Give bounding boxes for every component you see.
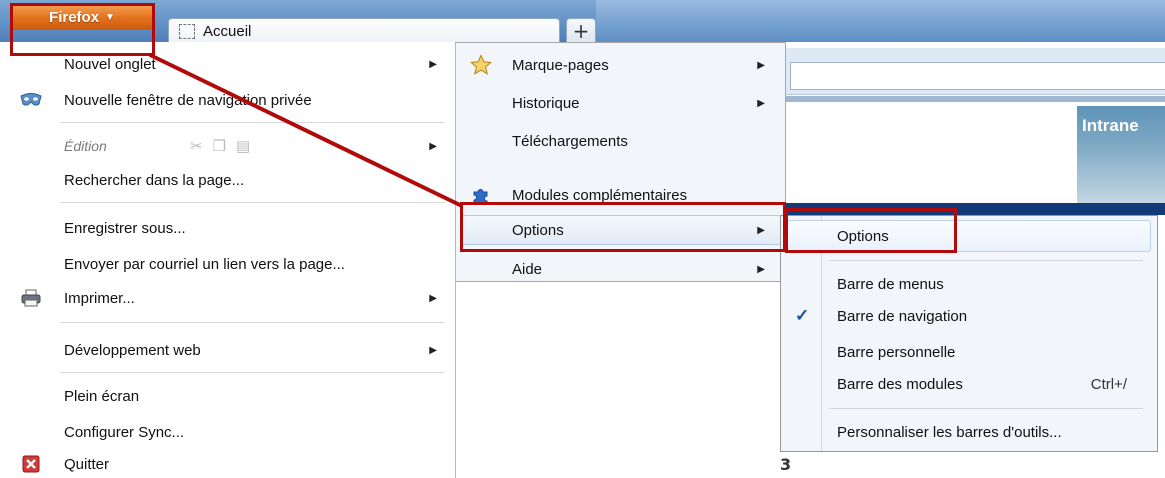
menu-item-find[interactable]: Rechercher dans la page...: [0, 166, 455, 194]
submenu-arrow-icon: ▶: [757, 263, 765, 275]
menu-separator: [60, 202, 445, 203]
page-banner: Intrane: [1077, 106, 1165, 206]
cut-icon: ✂: [190, 138, 203, 155]
menu-item-customize-toolbars[interactable]: Personnaliser les barres d'outils...: [781, 418, 1157, 446]
menu-separator: [829, 408, 1143, 409]
menu-item-label: Nouvel onglet: [64, 55, 156, 73]
submenu-arrow-icon: ▶: [429, 140, 437, 152]
menu-item-save-as[interactable]: Enregistrer sous...: [0, 214, 455, 242]
quit-icon: [20, 453, 42, 475]
menu-item-private-window[interactable]: Nouvelle fenêtre de navigation privée: [0, 86, 455, 114]
menu-item-label: Barre de menus: [837, 275, 944, 293]
paste-icon: ▤: [236, 138, 251, 155]
menu-item-label: Marque-pages: [512, 56, 609, 74]
menu-item-label: Barre personnelle: [837, 343, 956, 361]
menu-item-label: Barre des modules: [837, 375, 963, 393]
submenu-arrow-icon: ▶: [757, 59, 765, 71]
menu-item-menu-bar[interactable]: Barre de menus: [781, 270, 1157, 298]
menu-item-fullscreen[interactable]: Plein écran: [0, 382, 455, 410]
menu-item-label: Téléchargements: [512, 132, 628, 150]
tab-accueil[interactable]: Accueil: [168, 18, 560, 44]
page-text-fragment: 3: [780, 455, 792, 474]
submenu-arrow-icon: ▶: [429, 58, 437, 70]
menu-item-label: Historique: [512, 94, 580, 112]
submenu-arrow-icon: ▶: [429, 344, 437, 356]
menu-item-label: Personnaliser les barres d'outils...: [837, 423, 1062, 441]
menu-item-send-link[interactable]: Envoyer par courriel un lien vers la pag…: [0, 250, 455, 278]
menu-item-label: Enregistrer sous...: [64, 219, 186, 237]
star-icon: [470, 54, 492, 76]
menu-item-label: Barre de navigation: [837, 307, 968, 325]
menu-separator: [60, 122, 445, 123]
menu-item-label: Plein écran: [64, 387, 140, 405]
menu-item-history[interactable]: Historique ▶: [456, 89, 785, 117]
page-icon: [179, 24, 195, 39]
tab-title: Accueil: [203, 23, 252, 40]
menu-item-label: Envoyer par courriel un lien vers la pag…: [64, 255, 345, 273]
page-band: [780, 96, 1165, 102]
menu-item-downloads[interactable]: Téléchargements: [456, 127, 785, 155]
printer-icon: [20, 287, 42, 309]
menu-item-sync[interactable]: Configurer Sync...: [0, 418, 455, 446]
edit-icons: ✂ ❐ ▤: [190, 137, 250, 155]
checkmark-icon: ✓: [795, 306, 810, 325]
menu-item-print[interactable]: Imprimer... ▶: [0, 284, 455, 312]
menu-item-web-dev[interactable]: Développement web ▶: [0, 336, 455, 364]
menu-item-label: Nouvelle fenêtre de navigation privée: [64, 91, 312, 109]
submenu-arrow-icon: ▶: [757, 97, 765, 109]
annotation-box-options-item: [785, 208, 957, 253]
submenu-arrow-icon: ▶: [429, 292, 437, 304]
menu-separator: [829, 260, 1143, 261]
annotation-box-options: [460, 202, 786, 252]
menu-separator: [60, 372, 445, 373]
menu-item-help[interactable]: Aide ▶: [456, 255, 785, 283]
menu-item-label: Modules complémentaires: [512, 186, 688, 204]
page-banner-text: Intrane: [1082, 116, 1139, 135]
menu-item-label: Développement web: [64, 341, 201, 359]
private-mask-icon: [20, 89, 42, 111]
menu-item-bookmarks[interactable]: Marque-pages ▶: [456, 51, 785, 79]
menu-item-label: Édition: [64, 138, 107, 154]
menu-item-label: Quitter: [64, 455, 110, 473]
menu-item-label: Aide: [512, 260, 543, 278]
menu-item-personal-bar[interactable]: Barre personnelle: [781, 338, 1157, 366]
menu-item-addon-bar[interactable]: Barre des modules Ctrl+/: [781, 370, 1157, 398]
menu-item-navigation-bar[interactable]: ✓ Barre de navigation: [781, 302, 1157, 330]
shortcut-label: Ctrl+/: [1090, 375, 1127, 393]
menu-separator: [60, 322, 445, 323]
annotation-box-firefox: [10, 3, 155, 56]
copy-icon: ❐: [212, 138, 227, 155]
menu-item-label: Imprimer...: [64, 289, 135, 307]
menu-item-edit: Édition ✂ ❐ ▤ ▶: [0, 132, 455, 160]
firefox-menu: Nouvel onglet ▶ Nouvelle fenêtre de navi…: [0, 42, 456, 478]
menu-item-label: Rechercher dans la page...: [64, 171, 245, 189]
menu-item-label: Configurer Sync...: [64, 423, 185, 441]
url-field[interactable]: [790, 62, 1165, 90]
tab-strip: [596, 0, 1165, 42]
menu-item-quit[interactable]: Quitter: [0, 450, 455, 478]
new-tab-button[interactable]: +: [566, 18, 596, 44]
